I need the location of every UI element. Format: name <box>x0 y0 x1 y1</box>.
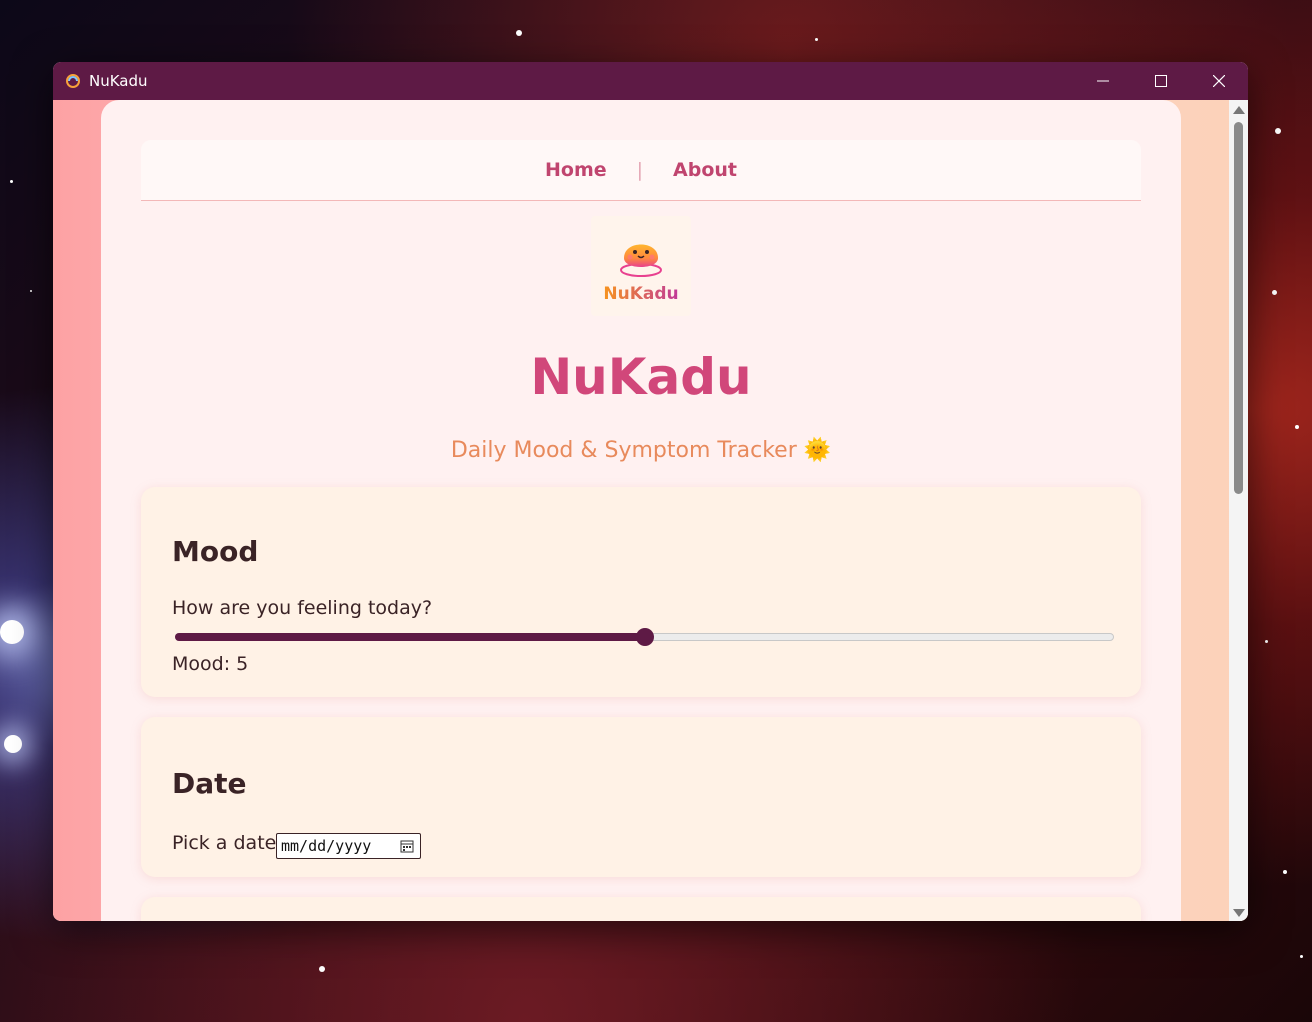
mascot-icon <box>620 244 662 277</box>
date-placeholder: mm/dd/yyyy <box>281 837 372 855</box>
close-button[interactable] <box>1190 62 1248 100</box>
web-viewport: Home | About NuKadu NuKadu Daily Mood & … <box>53 100 1248 921</box>
top-nav: Home | About <box>141 140 1141 201</box>
mood-heading: Mood <box>172 535 259 568</box>
calendar-icon[interactable] <box>400 839 414 853</box>
scroll-thumb[interactable] <box>1234 122 1243 494</box>
logo: NuKadu <box>591 216 691 316</box>
mood-card: Mood How are you feeling today? Mood: 5 <box>141 487 1141 697</box>
slider-fill <box>175 633 645 641</box>
mood-slider[interactable] <box>175 628 1114 646</box>
mood-question: How are you feeling today? <box>172 597 433 619</box>
page-subtitle: Daily Mood & Symptom Tracker 🌞 <box>450 438 832 463</box>
mood-value-label: Mood: 5 <box>172 653 249 675</box>
date-card: Date Pick a date: mm/dd/yyyy <box>141 717 1141 877</box>
page-container: Home | About NuKadu NuKadu Daily Mood & … <box>101 100 1181 921</box>
date-input[interactable]: mm/dd/yyyy <box>276 833 421 859</box>
scroll-up-arrow-icon[interactable] <box>1233 106 1245 114</box>
page-title: NuKadu <box>530 348 752 406</box>
date-label: Pick a date: <box>172 832 283 854</box>
window-title: NuKadu <box>89 72 148 90</box>
minimize-button[interactable] <box>1074 62 1132 100</box>
date-heading: Date <box>172 767 247 800</box>
nav-about-link[interactable]: About <box>673 159 737 181</box>
scroll-down-arrow-icon[interactable] <box>1233 909 1245 917</box>
minimize-icon <box>1097 80 1109 82</box>
next-card <box>141 897 1141 921</box>
nav-separator: | <box>636 159 644 181</box>
vertical-scrollbar[interactable] <box>1229 100 1248 921</box>
maximize-icon <box>1155 75 1167 87</box>
title-bar[interactable]: NuKadu <box>53 62 1248 100</box>
app-window: NuKadu Home | About NuKadu NuKadu Daily … <box>53 62 1248 921</box>
app-logo-icon <box>65 73 81 89</box>
nav-home-link[interactable]: Home <box>545 159 607 181</box>
close-icon <box>1213 75 1225 87</box>
logo-text: NuKadu <box>603 284 679 304</box>
maximize-button[interactable] <box>1132 62 1190 100</box>
slider-thumb[interactable] <box>635 628 654 646</box>
